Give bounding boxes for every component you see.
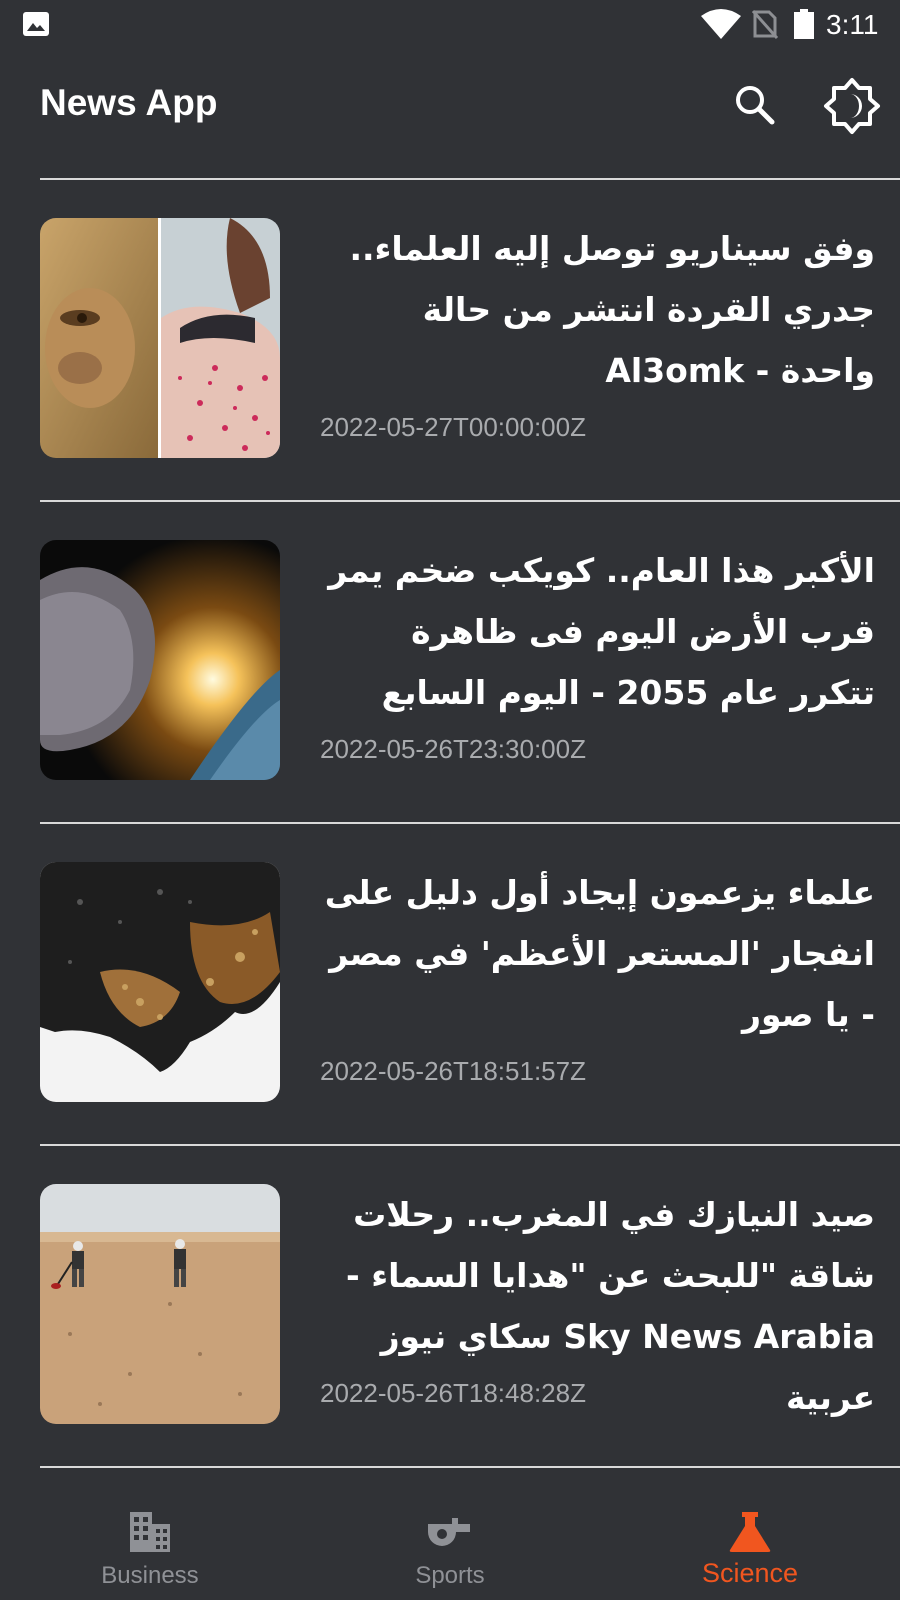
divider — [40, 1466, 900, 1468]
nav-item-science[interactable]: Science — [600, 1470, 900, 1600]
article-thumbnail — [40, 540, 280, 780]
nav-item-sports[interactable]: Sports — [300, 1470, 600, 1600]
whistle-icon — [428, 1518, 470, 1546]
brightness-icon — [824, 78, 880, 134]
no-sim-icon — [752, 10, 778, 39]
article-card[interactable]: علماء يزعمون إيجاد أول دليل على انفجار '… — [0, 824, 900, 1124]
article-card[interactable]: الأكبر هذا العام.. كويكب ضخم يمر قرب الأ… — [0, 502, 900, 802]
status-bar: 3:11 — [0, 0, 900, 50]
article-title: الأكبر هذا العام.. كويكب ضخم يمر قرب الأ… — [328, 551, 875, 712]
article-card[interactable]: وفق سيناريو توصل إليه العلماء.. جدري الق… — [0, 180, 900, 480]
app-bar: News App — [0, 50, 900, 180]
article-thumbnail — [40, 1184, 280, 1424]
article-date: 2022-05-26T18:51:57Z — [320, 1056, 586, 1086]
theme-toggle-button[interactable] — [822, 76, 882, 136]
nav-label-science: Science — [701, 1558, 799, 1588]
building-icon — [130, 1512, 170, 1552]
article-date: 2022-05-27T00:00:00Z — [320, 412, 586, 442]
nav-label-sports: Sports — [415, 1562, 485, 1589]
battery-icon — [794, 9, 814, 39]
gallery-icon — [23, 12, 49, 36]
article-date: 2022-05-26T18:48:28Z — [320, 1378, 586, 1408]
search-button[interactable] — [728, 78, 784, 134]
flask-icon — [729, 1512, 771, 1552]
article-date: 2022-05-26T23:30:00Z — [320, 734, 586, 764]
wifi-icon — [701, 9, 741, 39]
search-icon — [736, 86, 775, 125]
bottom-navigation: Business Sports Science — [0, 1470, 900, 1600]
nav-label-business: Business — [101, 1562, 199, 1589]
article-thumbnail — [40, 862, 280, 1102]
app-title: News App — [40, 82, 218, 123]
article-thumbnail — [40, 218, 280, 458]
status-time: 3:11 — [826, 9, 879, 40]
nav-item-business[interactable]: Business — [0, 1470, 300, 1600]
article-title: علماء يزعمون إيجاد أول دليل على انفجار '… — [324, 873, 875, 1034]
article-title: وفق سيناريو توصل إليه العلماء.. جدري الق… — [349, 229, 875, 390]
article-card[interactable]: صيد النيازك في المغرب.. رحلات شاقة "للبح… — [0, 1146, 900, 1446]
